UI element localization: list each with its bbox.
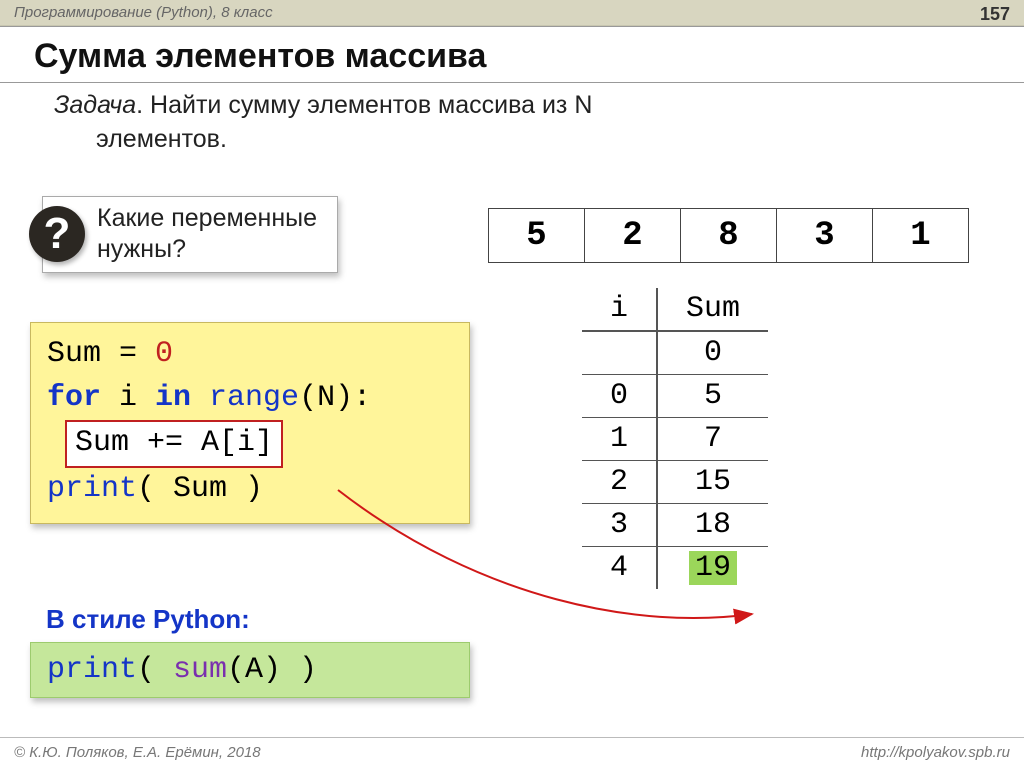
trace-cell — [582, 331, 657, 375]
trace-cell: 5 — [657, 375, 768, 418]
code-line: for i in range(N): — [47, 377, 453, 421]
trace-cell: 7 — [657, 418, 768, 461]
trace-cell: 0 — [582, 375, 657, 418]
code-block-main: Sum = 0 for i in range(N): Sum += A[i] p… — [30, 322, 470, 524]
trace-cell: 19 — [657, 547, 768, 590]
course-name: Программирование (Python), 8 класс — [14, 4, 273, 21]
code-block-pythonic: print( sum(A) ) — [30, 642, 470, 698]
task-text: Задача. Найти сумму элементов массива из… — [0, 83, 1024, 157]
array-cell: 8 — [681, 209, 777, 263]
question-line-1: Какие переменные — [97, 204, 317, 232]
trace-table: i Sum 0 05 17 215 318 4 19 — [582, 288, 768, 589]
trace-cell: 4 — [582, 547, 657, 590]
trace-cell: 15 — [657, 461, 768, 504]
array-cell: 3 — [777, 209, 873, 263]
highlighted-code: Sum += A[i] — [65, 420, 283, 468]
source-url: http://kpolyakov.spb.ru — [861, 744, 1010, 761]
question-line-2: нужны? — [97, 235, 186, 263]
array-table: 5 2 8 3 1 — [488, 208, 969, 263]
copyright: © К.Ю. Поляков, Е.А. Ерёмин, 2018 — [14, 744, 261, 761]
code-line: Sum += A[i] — [47, 420, 453, 468]
trace-header-i: i — [582, 288, 657, 331]
array-cell: 1 — [873, 209, 969, 263]
question-box: ? Какие переменные нужны? — [42, 196, 338, 273]
slide-title: Сумма элементов массива — [0, 27, 1024, 82]
trace-header-sum: Sum — [657, 288, 768, 331]
footer-bar: © К.Ю. Поляков, Е.А. Ерёмин, 2018 http:/… — [0, 737, 1024, 767]
question-text: Какие переменные нужны? — [97, 203, 317, 266]
task-body-2: элементов. — [54, 123, 970, 157]
final-sum-highlight: 19 — [689, 551, 737, 585]
array-cell: 5 — [489, 209, 585, 263]
task-label: Задача — [54, 91, 136, 119]
python-style-label: В стиле Python: — [46, 604, 250, 635]
code-line: print( Sum ) — [47, 468, 453, 512]
question-mark-icon: ? — [29, 206, 85, 262]
task-body: . Найти сумму элементов массива из N — [136, 91, 592, 119]
array-cell: 2 — [585, 209, 681, 263]
code-line: Sum = 0 — [47, 333, 453, 377]
header-bar: Программирование (Python), 8 класс 157 — [0, 0, 1024, 26]
trace-cell: 18 — [657, 504, 768, 547]
trace-cell: 3 — [582, 504, 657, 547]
trace-cell: 2 — [582, 461, 657, 504]
trace-cell: 1 — [582, 418, 657, 461]
trace-cell: 0 — [657, 331, 768, 375]
page-number: 157 — [980, 4, 1010, 21]
